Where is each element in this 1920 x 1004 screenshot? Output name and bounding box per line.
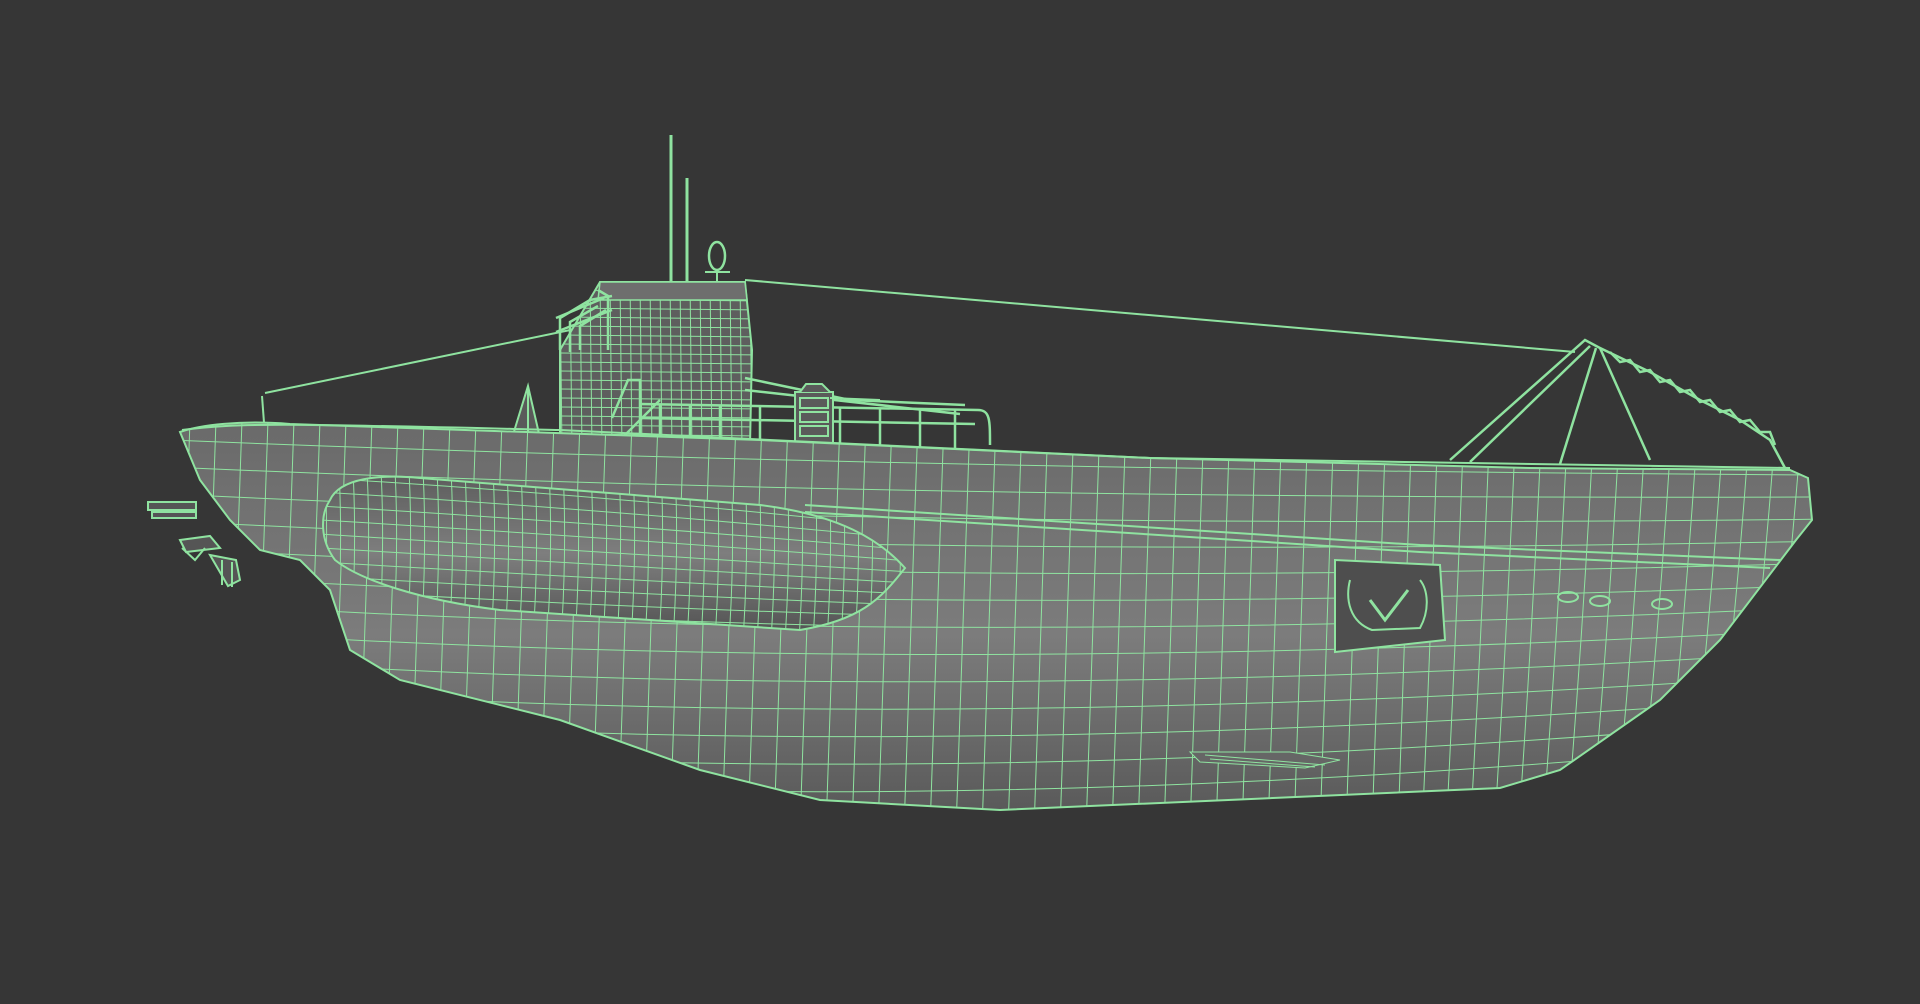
anchor-recess bbox=[1334, 558, 1447, 654]
mesh-edge bbox=[180, 422, 191, 810]
3d-viewport[interactable] bbox=[0, 0, 1920, 1004]
bow-net-cutter bbox=[1449, 338, 1787, 469]
jumping-wire bbox=[264, 279, 1576, 394]
wireframe-model[interactable] bbox=[0, 0, 1920, 1004]
periscopes bbox=[669, 135, 730, 285]
mesh-edge bbox=[180, 804, 1812, 810]
deck-gun bbox=[794, 383, 881, 448]
